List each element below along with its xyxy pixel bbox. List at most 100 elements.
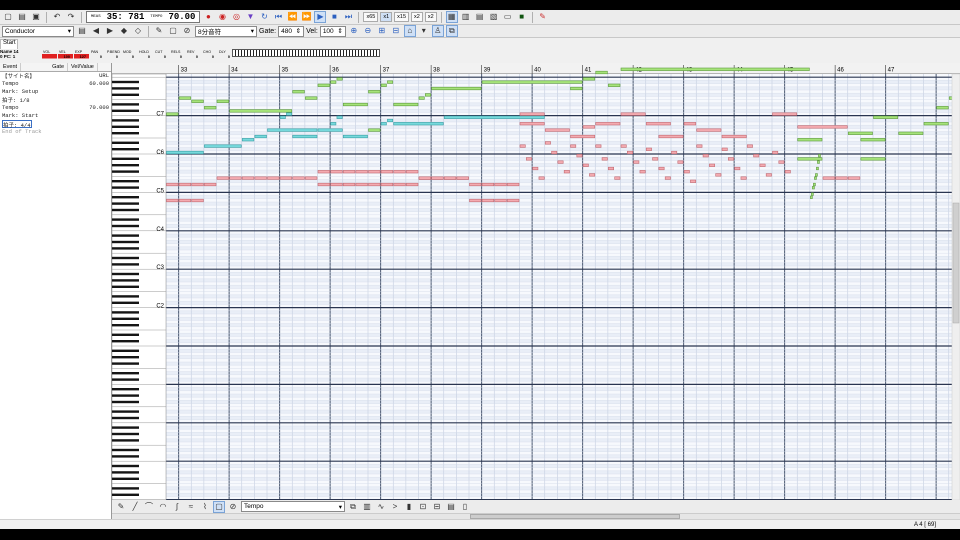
note[interactable] <box>614 176 621 180</box>
note[interactable] <box>469 198 482 203</box>
note[interactable] <box>818 154 821 158</box>
prev-track-icon[interactable]: ◀ <box>90 25 102 37</box>
note[interactable] <box>443 115 545 119</box>
event-row[interactable]: End of Track <box>0 128 111 136</box>
note[interactable] <box>204 144 242 148</box>
black-key[interactable] <box>112 119 139 122</box>
modulate-icon[interactable]: ∿ <box>375 501 387 513</box>
note[interactable] <box>658 134 684 139</box>
copy-icon[interactable]: ⧉ <box>347 501 359 513</box>
note[interactable] <box>443 176 457 180</box>
note[interactable] <box>873 115 899 119</box>
note[interactable] <box>368 128 381 132</box>
note[interactable] <box>292 90 305 94</box>
open-file-icon[interactable]: ▤ <box>16 11 28 23</box>
note[interactable] <box>759 163 766 167</box>
note[interactable] <box>589 173 596 177</box>
black-key[interactable] <box>112 93 139 96</box>
note[interactable] <box>847 176 861 180</box>
note[interactable] <box>721 147 728 151</box>
black-key[interactable] <box>112 455 139 458</box>
black-key[interactable] <box>112 362 139 365</box>
random-tool-icon[interactable]: ≈ <box>185 501 197 513</box>
settings-wrench-icon[interactable]: ✎ <box>537 11 549 23</box>
note[interactable] <box>740 176 747 180</box>
note[interactable] <box>393 182 406 187</box>
black-key[interactable] <box>112 439 139 442</box>
note[interactable] <box>519 144 526 148</box>
note[interactable] <box>286 112 293 116</box>
event-row[interactable]: 拍子: 4/4 <box>0 120 111 129</box>
black-key[interactable] <box>112 349 139 352</box>
track-controller-strip[interactable]: VOL VEL100EXP127PAN0P.BEND0MOD0HOLD0CUT0R… <box>42 49 232 59</box>
note[interactable] <box>279 176 293 180</box>
note[interactable] <box>812 186 815 190</box>
note[interactable] <box>481 198 495 203</box>
note[interactable] <box>178 198 192 203</box>
value-column-header[interactable]: Vel/Value <box>68 63 98 71</box>
note[interactable] <box>330 170 343 174</box>
note[interactable] <box>342 102 368 107</box>
note[interactable] <box>620 112 646 116</box>
note[interactable] <box>797 138 823 142</box>
black-key[interactable] <box>112 493 139 496</box>
note[interactable] <box>538 176 545 180</box>
note[interactable] <box>380 122 387 126</box>
note[interactable] <box>368 170 381 174</box>
note[interactable] <box>860 138 886 142</box>
note[interactable] <box>784 170 791 174</box>
note[interactable] <box>702 154 709 158</box>
note[interactable] <box>570 144 577 148</box>
note[interactable] <box>696 128 722 132</box>
save-file-icon[interactable]: ▣ <box>30 11 42 23</box>
note[interactable] <box>191 182 204 187</box>
black-key[interactable] <box>112 141 139 144</box>
align-icon[interactable]: ▥ <box>361 501 373 513</box>
black-key[interactable] <box>112 180 139 183</box>
note[interactable] <box>317 170 330 174</box>
lock-alt-icon[interactable]: ⊟ <box>431 501 443 513</box>
thin-tool-icon[interactable]: ⌇ <box>199 501 211 513</box>
black-key[interactable] <box>112 224 139 228</box>
zoom-in-horizontal-icon[interactable]: ⊞ <box>376 25 388 37</box>
grid-options-icon[interactable]: ▾ <box>418 25 430 37</box>
black-key[interactable] <box>112 400 139 404</box>
piano-roll-view-icon[interactable]: ▦ <box>445 11 458 23</box>
note[interactable] <box>406 182 419 187</box>
note[interactable] <box>544 128 570 132</box>
black-key[interactable] <box>112 372 139 375</box>
note[interactable] <box>772 150 779 155</box>
rewind-icon[interactable]: ⏪ <box>286 11 298 23</box>
note[interactable] <box>582 163 589 167</box>
zoom-out-horizontal-icon[interactable]: ⊟ <box>390 25 402 37</box>
note[interactable] <box>336 115 343 119</box>
note[interactable] <box>229 109 293 113</box>
black-key[interactable] <box>112 487 139 490</box>
note[interactable] <box>336 77 343 81</box>
tab-start[interactable]: Start <box>0 39 18 49</box>
note[interactable] <box>595 122 621 126</box>
note[interactable] <box>822 176 835 180</box>
note[interactable] <box>507 182 520 187</box>
note[interactable] <box>813 182 816 187</box>
note[interactable] <box>380 182 394 187</box>
gate-column-header[interactable]: Gate <box>49 63 69 71</box>
note[interactable] <box>317 83 330 87</box>
note[interactable] <box>178 182 192 187</box>
note[interactable] <box>683 122 697 126</box>
note[interactable] <box>507 198 520 203</box>
undo-icon[interactable]: ↶ <box>51 11 63 23</box>
black-key[interactable] <box>112 240 139 244</box>
note[interactable] <box>393 102 419 107</box>
arrow-icon[interactable]: > <box>389 501 401 513</box>
note[interactable] <box>494 182 507 187</box>
track-select[interactable]: Conductor ▾ <box>2 25 74 37</box>
black-key[interactable] <box>112 448 139 452</box>
zoom-out-vertical-icon[interactable]: ⊖ <box>362 25 374 37</box>
note[interactable] <box>342 170 356 174</box>
note[interactable] <box>563 170 570 174</box>
black-key[interactable] <box>112 301 139 304</box>
black-key[interactable] <box>112 471 139 474</box>
event-row[interactable]: Tempo 70.000 <box>0 104 111 112</box>
note[interactable] <box>816 166 819 171</box>
